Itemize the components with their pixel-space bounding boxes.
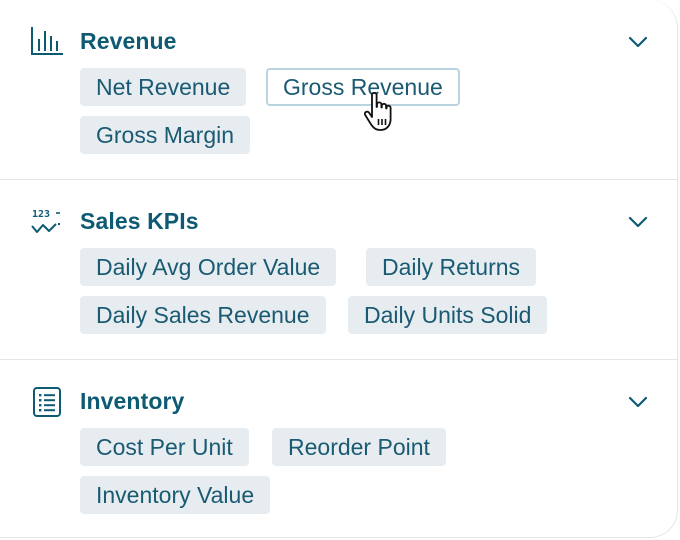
section-header-sales-kpis[interactable]: 123 Sales KPIs xyxy=(30,204,650,240)
section-inventory: Inventory Cost Per Unit Reorder Point In… xyxy=(0,360,678,538)
section-sales-kpis: 123 Sales KPIs Daily Avg Order Value Dai… xyxy=(0,180,678,360)
tag-inventory-value[interactable]: Inventory Value xyxy=(80,476,271,514)
tag-gross-margin[interactable]: Gross Margin xyxy=(80,116,251,154)
tag-daily-units-solid[interactable]: Daily Units Solid xyxy=(348,296,548,334)
section-revenue: Revenue Net Revenue Gross Revenue Gross … xyxy=(0,0,678,180)
tag-daily-sales-revenue[interactable]: Daily Sales Revenue xyxy=(80,296,326,334)
tag-net-revenue[interactable]: Net Revenue xyxy=(80,68,247,106)
chevron-down-icon[interactable] xyxy=(626,30,650,54)
metrics-panel: Revenue Net Revenue Gross Revenue Gross … xyxy=(0,0,678,538)
bar-chart-icon xyxy=(30,26,66,58)
svg-text:123: 123 xyxy=(32,209,50,220)
section-header-inventory[interactable]: Inventory xyxy=(30,384,650,420)
chevron-down-icon[interactable] xyxy=(626,210,650,234)
tag-cost-per-unit[interactable]: Cost Per Unit xyxy=(80,428,249,466)
tag-daily-avg-order-value[interactable]: Daily Avg Order Value xyxy=(80,248,337,286)
section-header-revenue[interactable]: Revenue xyxy=(30,24,650,60)
section-title: Revenue xyxy=(80,28,177,54)
tag-gross-revenue[interactable]: Gross Revenue xyxy=(266,68,460,106)
tag-daily-returns[interactable]: Daily Returns xyxy=(366,248,537,286)
numeric-trend-icon: 123 xyxy=(30,206,66,238)
section-title: Sales KPIs xyxy=(80,208,199,234)
chevron-down-icon[interactable] xyxy=(626,390,650,414)
list-document-icon xyxy=(30,386,66,418)
tag-reorder-point[interactable]: Reorder Point xyxy=(272,428,446,466)
section-title: Inventory xyxy=(80,388,185,414)
